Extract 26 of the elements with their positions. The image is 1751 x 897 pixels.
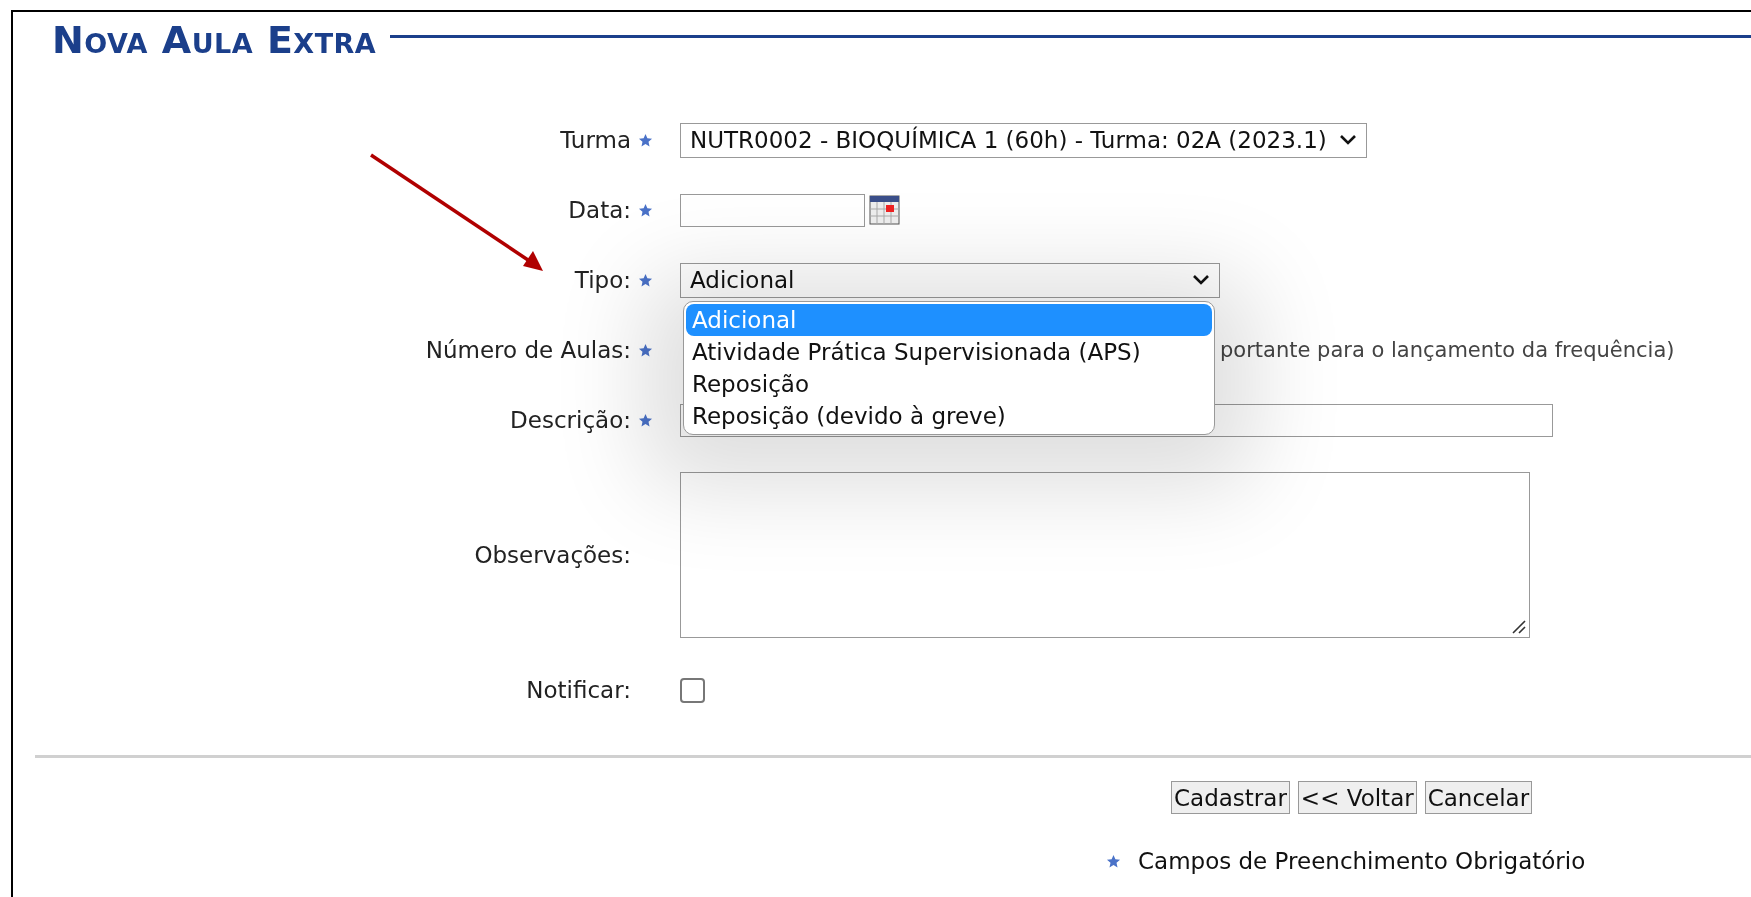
dropdown-option[interactable]: Reposição (devido à greve) (686, 399, 1212, 432)
select-field[interactable]: Adicional (680, 262, 1220, 298)
field-label: Notificar: (525, 677, 632, 703)
chevron-down-icon (1338, 134, 1357, 146)
form-button[interactable]: << Voltar (1297, 781, 1417, 814)
calendar-icon[interactable] (869, 195, 900, 225)
select-field[interactable]: NUTR0002 - BIOQUÍMICA 1 (60h) - Turma: 02A (2023.1) (680, 122, 1367, 158)
resize-grip-icon[interactable] (1510, 618, 1526, 634)
required-star-icon (1106, 853, 1121, 869)
legend-text: Campos de Preenchimento Obrigatório (1138, 848, 1586, 874)
page-title: Nova Aula Extra (52, 18, 377, 62)
form-button[interactable]: Cancelar (1424, 781, 1533, 814)
checkbox[interactable] (680, 677, 705, 703)
chevron-down-icon (1192, 274, 1210, 286)
field-label: Observações: (473, 542, 632, 568)
date-field[interactable] (680, 193, 865, 227)
field-label: Descrição: (509, 407, 632, 433)
dropdown-option[interactable]: Atividade Prática Supervisionada (APS) (686, 335, 1212, 368)
field-label: Data: (567, 197, 632, 223)
dropdown-option[interactable]: Reposição (686, 367, 1212, 400)
field-label: Turma (559, 127, 632, 153)
form-button[interactable]: Cadastrar (1171, 781, 1290, 814)
textarea-field[interactable] (680, 472, 1530, 638)
field-label: Número de Aulas: (424, 337, 632, 363)
hint-text: portante para o lançamento da frequência) (1220, 338, 1675, 362)
field-label: Tipo: (573, 267, 632, 293)
